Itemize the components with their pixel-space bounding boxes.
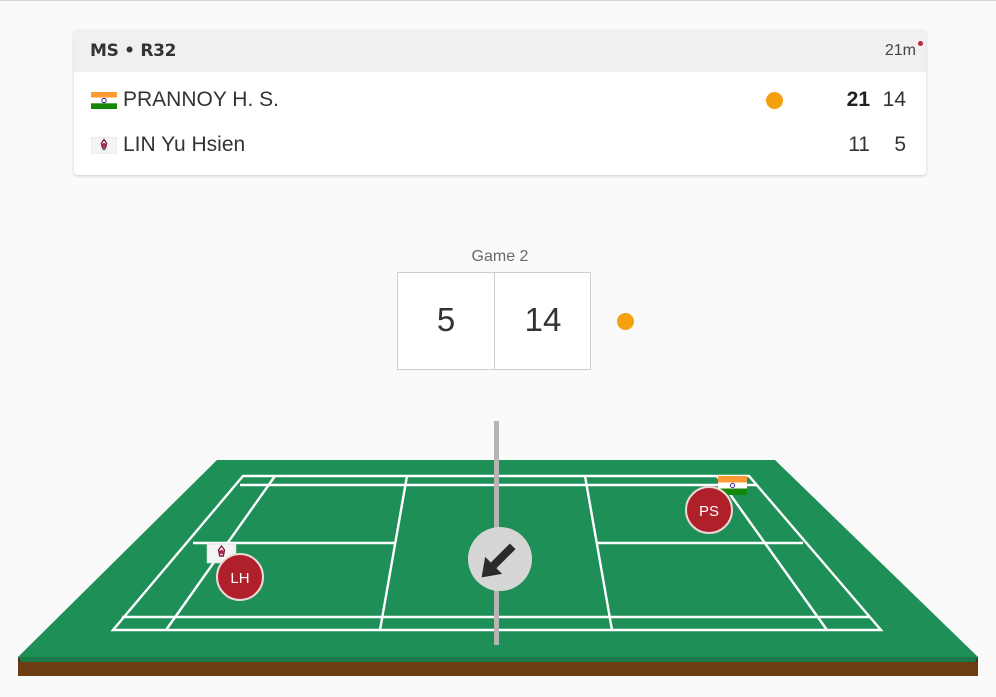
live-indicator-icon xyxy=(918,41,923,46)
match-scorecard[interactable]: MS • R32 21m PRANNOY H. S. 21 14 LIN Yu … xyxy=(74,30,926,175)
player-initials: LH xyxy=(230,570,249,587)
player-name: LIN Yu Hsien xyxy=(123,133,246,156)
player-name: PRANNOY H. S. xyxy=(123,88,279,111)
left-player-score: 5 xyxy=(436,301,456,338)
player-initials: PS xyxy=(699,503,719,520)
player-row: LIN Yu Hsien 11 5 xyxy=(74,126,926,166)
serve-indicator-icon xyxy=(766,92,783,109)
game1-score: 11 xyxy=(848,133,870,156)
current-game-label: Game 2 xyxy=(471,248,529,265)
right-player-score: 14 xyxy=(524,301,562,338)
court-base xyxy=(18,660,978,676)
scorecard-header: MS • R32 21m xyxy=(74,30,926,72)
arrow-down-left-icon xyxy=(468,527,532,591)
game2-score: 5 xyxy=(894,133,906,156)
current-game-scoreboard: 5 14 xyxy=(397,272,591,370)
game1-score: 21 xyxy=(846,88,870,111)
top-divider xyxy=(0,0,996,1)
player-row: PRANNOY H. S. 21 14 xyxy=(74,81,926,121)
badminton-court: LH PS xyxy=(18,421,978,676)
chinese-taipei-flag-icon xyxy=(91,137,117,154)
game2-score: 14 xyxy=(882,88,906,111)
elapsed-time: 21m xyxy=(884,42,916,59)
serve-indicator-icon xyxy=(617,313,634,330)
india-flag-icon xyxy=(91,92,117,109)
round-label: MS • R32 xyxy=(90,41,177,61)
